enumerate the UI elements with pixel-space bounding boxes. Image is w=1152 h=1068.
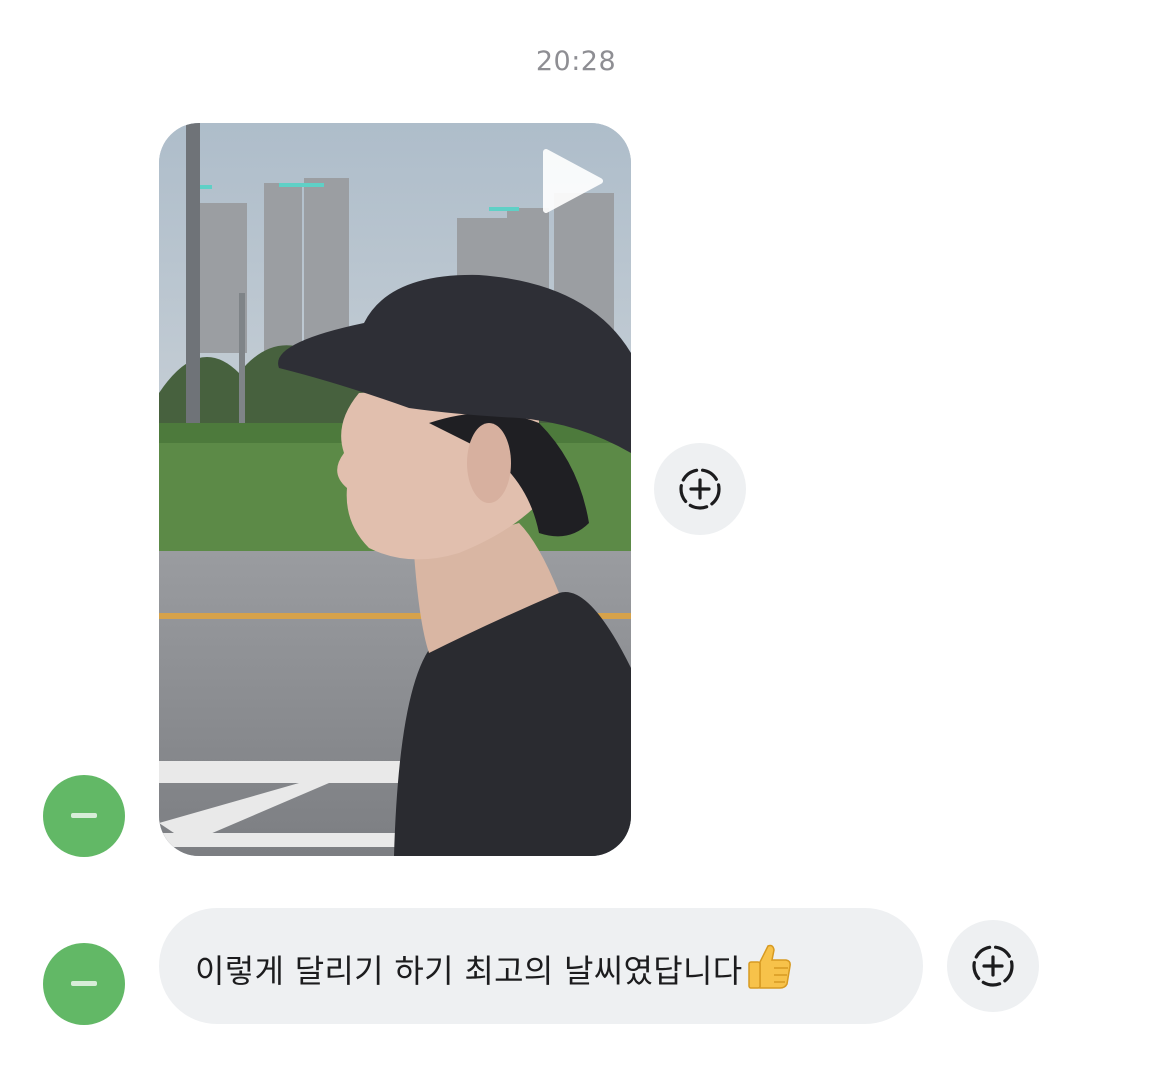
message-text-content: 이렇게 달리기 하기 최고의 날씨였답니다 <box>195 952 743 990</box>
message-text: 이렇게 달리기 하기 최고의 날씨였답니다 <box>195 940 794 992</box>
avatar-logo <box>71 813 97 818</box>
dashed-circle-plus-icon <box>679 468 721 510</box>
message-timestamp: 20:28 <box>535 46 617 77</box>
avatar[interactable] <box>43 943 125 1025</box>
dashed-circle-plus-icon <box>972 945 1014 987</box>
play-icon[interactable] <box>540 146 606 216</box>
add-reaction-button[interactable] <box>654 443 746 535</box>
video-thumbnail <box>159 123 631 856</box>
avatar-logo <box>71 981 97 986</box>
thumbs-up-icon <box>748 944 792 989</box>
add-reaction-button[interactable] <box>947 920 1039 1012</box>
text-message-bubble[interactable]: 이렇게 달리기 하기 최고의 날씨였답니다 <box>159 908 923 1024</box>
chat-thread: 20:28 이렇게 달리기 하기 최고의 날씨였답니다 <box>0 0 1152 1068</box>
video-message[interactable] <box>159 123 631 856</box>
avatar[interactable] <box>43 775 125 857</box>
